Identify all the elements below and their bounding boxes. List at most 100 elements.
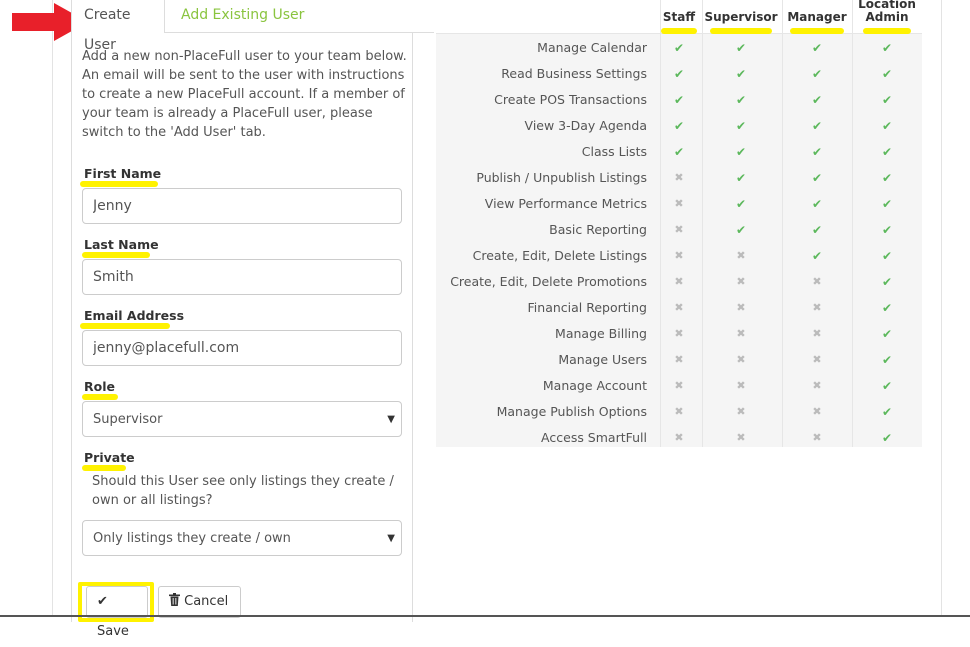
check-icon: ✔ <box>881 379 893 393</box>
email-input[interactable] <box>82 330 402 366</box>
private-help-text: Should this User see only listings they … <box>92 474 394 508</box>
check-icon: ✔ <box>735 93 747 107</box>
check-icon: ✔ <box>673 119 685 133</box>
role-label: Role <box>84 379 115 394</box>
cross-icon: ✖ <box>674 223 684 236</box>
check-icon: ✔ <box>673 145 685 159</box>
highlight-mark <box>661 28 697 34</box>
first-name-input[interactable] <box>82 188 402 224</box>
role-select[interactable]: Supervisor ▼ <box>82 401 402 437</box>
column-divider <box>782 0 783 447</box>
cross-icon: ✖ <box>674 353 684 366</box>
permission-row-label: View 3-Day Agenda <box>524 118 647 133</box>
permission-row-label: Manage Account <box>542 378 647 393</box>
cross-icon: ✖ <box>674 431 684 444</box>
check-icon: ✔ <box>673 41 685 55</box>
permission-row-label: Class Lists <box>581 144 647 159</box>
cross-icon: ✖ <box>674 249 684 262</box>
check-icon: ✔ <box>735 41 747 55</box>
permission-row-label: Manage Publish Options <box>496 404 647 419</box>
last-name-label: Last Name <box>84 237 159 252</box>
role-select-value: Supervisor <box>93 412 163 427</box>
trash-icon <box>169 593 180 606</box>
cross-icon: ✖ <box>674 327 684 340</box>
check-icon: ✔ <box>735 223 747 237</box>
column-header-manager: Manager <box>787 10 847 24</box>
private-label: Private <box>84 450 135 465</box>
check-icon: ✔ <box>881 197 893 211</box>
cross-icon: ✖ <box>736 353 746 366</box>
check-icon: ✔ <box>881 145 893 159</box>
check-icon: ✔ <box>673 67 685 81</box>
cross-icon: ✖ <box>812 431 822 444</box>
caret-down-icon: ▼ <box>387 414 395 425</box>
cross-icon: ✖ <box>736 275 746 288</box>
check-icon: ✔ <box>97 594 108 609</box>
cross-icon: ✖ <box>674 275 684 288</box>
permission-row-label: Create, Edit, Delete Promotions <box>450 274 647 289</box>
check-icon: ✔ <box>811 145 823 159</box>
caret-down-icon: ▼ <box>387 533 395 544</box>
check-icon: ✔ <box>881 249 893 263</box>
permission-row-label: Read Business Settings <box>501 66 647 81</box>
cross-icon: ✖ <box>674 171 684 184</box>
cross-icon: ✖ <box>674 405 684 418</box>
private-select-value: Only listings they create / own <box>93 531 291 546</box>
check-icon: ✔ <box>881 301 893 315</box>
permission-row-label: Manage Calendar <box>537 40 647 55</box>
check-icon: ✔ <box>881 353 893 367</box>
highlight-mark <box>82 394 118 400</box>
check-icon: ✔ <box>673 93 685 107</box>
check-icon: ✔ <box>881 431 893 445</box>
tab-create-user[interactable]: Create User <box>71 0 165 53</box>
check-icon: ✔ <box>735 119 747 133</box>
permission-row-label: Basic Reporting <box>549 222 647 237</box>
check-icon: ✔ <box>881 171 893 185</box>
cross-icon: ✖ <box>736 431 746 444</box>
check-icon: ✔ <box>881 405 893 419</box>
check-icon: ✔ <box>811 171 823 185</box>
check-icon: ✔ <box>735 171 747 185</box>
check-icon: ✔ <box>811 41 823 55</box>
column-header-supervisor: Supervisor <box>704 10 778 24</box>
check-icon: ✔ <box>811 223 823 237</box>
check-icon: ✔ <box>881 327 893 341</box>
check-icon: ✔ <box>811 249 823 263</box>
check-icon: ✔ <box>735 145 747 159</box>
cross-icon: ✖ <box>736 405 746 418</box>
cross-icon: ✖ <box>812 275 822 288</box>
permission-row-label: Publish / Unpublish Listings <box>476 170 647 185</box>
private-select[interactable]: Only listings they create / own ▼ <box>82 520 402 556</box>
cross-icon: ✖ <box>674 301 684 314</box>
column-divider <box>660 0 661 447</box>
cross-icon: ✖ <box>736 249 746 262</box>
check-icon: ✔ <box>881 67 893 81</box>
check-icon: ✔ <box>735 67 747 81</box>
check-icon: ✔ <box>881 275 893 289</box>
cancel-button[interactable]: Cancel <box>158 586 241 618</box>
tab-add-existing-user[interactable]: Add Existing User <box>169 0 316 33</box>
cross-icon: ✖ <box>812 301 822 314</box>
check-icon: ✔ <box>811 93 823 107</box>
last-name-input[interactable] <box>82 259 402 295</box>
email-label: Email Address <box>84 308 185 323</box>
permission-row-label: Access SmartFull <box>541 430 647 445</box>
save-button[interactable]: ✔ Save <box>86 586 148 639</box>
cross-icon: ✖ <box>736 301 746 314</box>
cross-icon: ✖ <box>674 379 684 392</box>
cancel-button-label: Cancel <box>184 594 229 609</box>
permission-row-label: Create, Edit, Delete Listings <box>472 248 647 263</box>
permission-row-label: Create POS Transactions <box>494 92 647 107</box>
check-icon: ✔ <box>881 119 893 133</box>
highlight-mark <box>82 252 150 258</box>
highlight-mark <box>80 181 158 187</box>
first-name-label: First Name <box>84 166 162 181</box>
save-button-label: Save <box>97 624 129 639</box>
check-icon: ✔ <box>811 67 823 81</box>
permission-row-label: Financial Reporting <box>527 300 647 315</box>
column-header-location-admin: Location Admin <box>858 0 916 24</box>
cross-icon: ✖ <box>812 405 822 418</box>
column-divider <box>702 0 703 447</box>
check-icon: ✔ <box>881 41 893 55</box>
highlight-mark <box>80 323 170 329</box>
